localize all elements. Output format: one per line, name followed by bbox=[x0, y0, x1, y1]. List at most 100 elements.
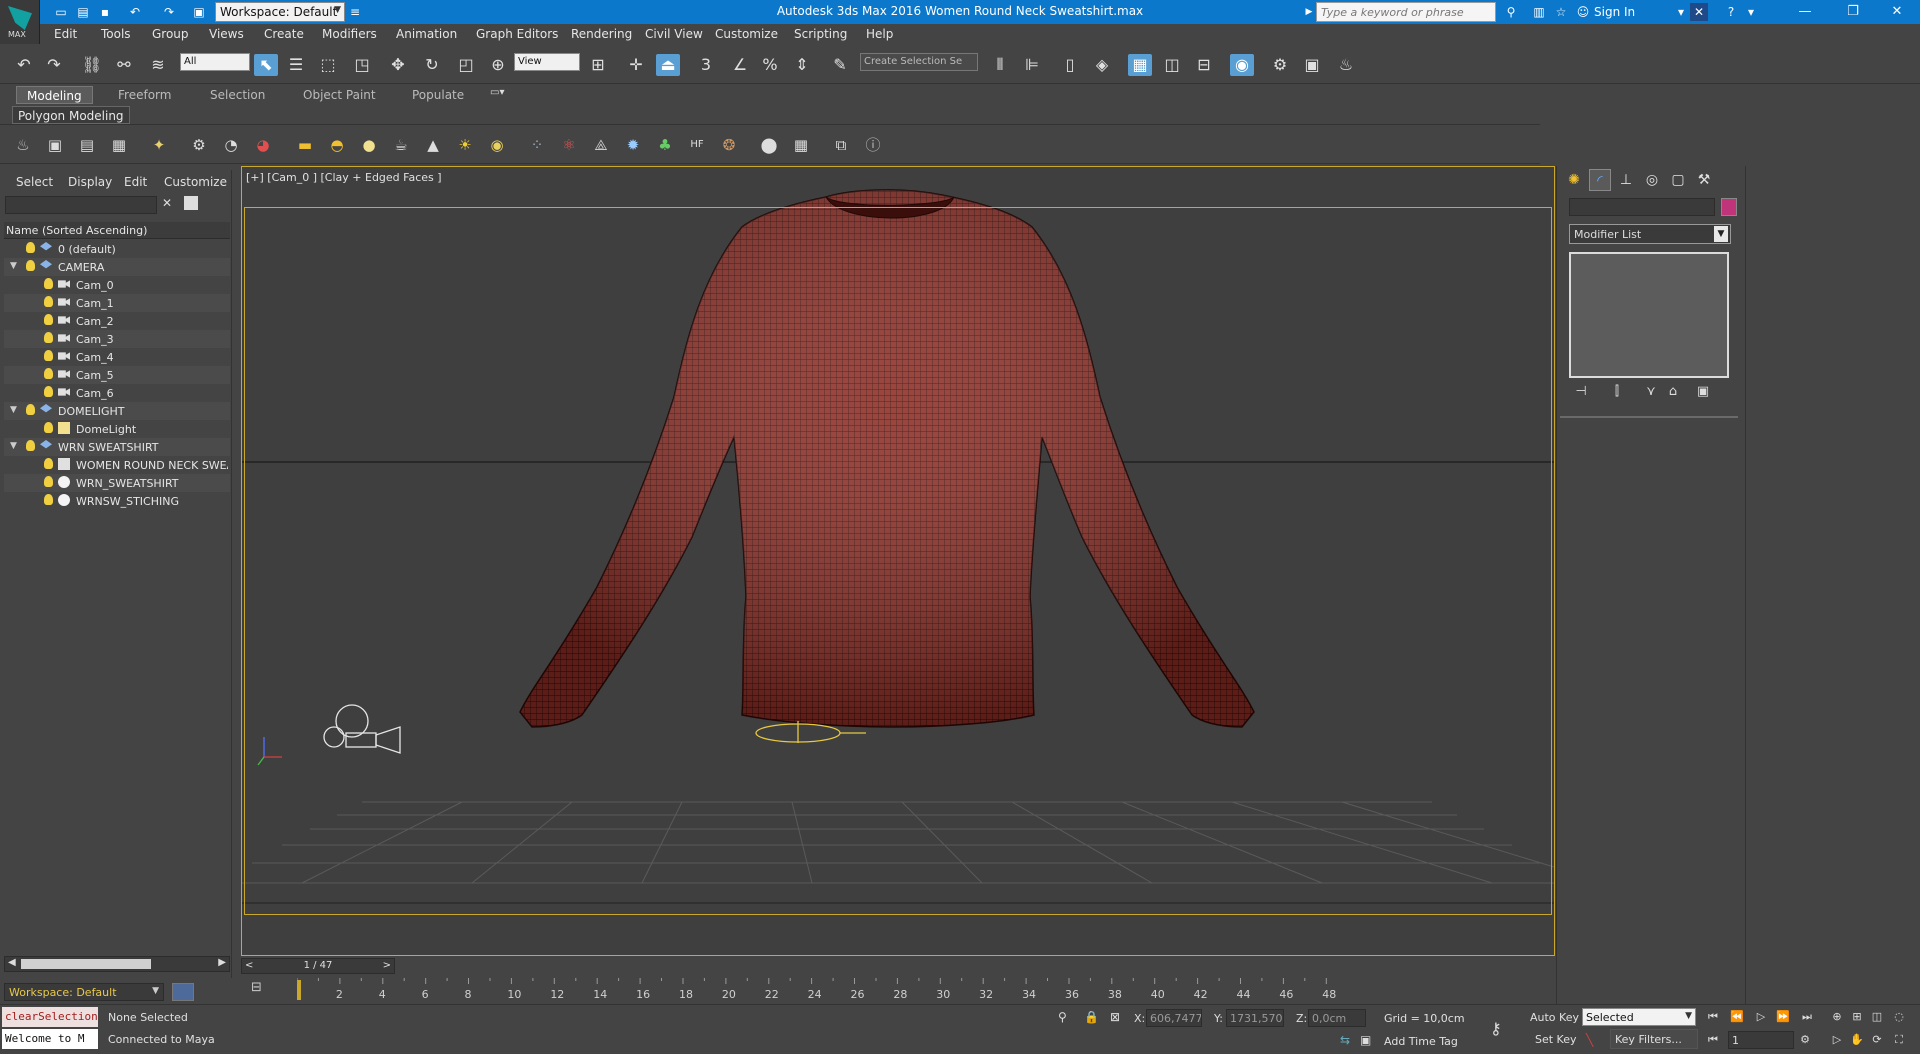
key-filters-button[interactable]: Key Filters... bbox=[1610, 1029, 1698, 1049]
clear-search-icon[interactable]: ✕ bbox=[162, 196, 172, 210]
explorer-row[interactable]: Cam_4 bbox=[4, 348, 230, 366]
expand-triangle-icon[interactable]: ▼ bbox=[10, 405, 17, 415]
panel-splitter[interactable] bbox=[1745, 166, 1746, 1004]
auto-key-button[interactable]: Auto Key bbox=[1530, 1011, 1579, 1024]
workspace-dropdown[interactable]: Workspace: Default ▼ bbox=[215, 2, 345, 22]
render-tool-icon[interactable]: ◕ bbox=[252, 134, 274, 156]
menu-rendering[interactable]: Rendering bbox=[571, 27, 632, 41]
explorer-row[interactable]: ▼ DOMELIGHT bbox=[4, 402, 230, 420]
schematic-view-icon[interactable]: ⊟ bbox=[1192, 54, 1216, 76]
visibility-bulb-icon[interactable] bbox=[44, 422, 53, 433]
save-file-icon[interactable]: ▪ bbox=[96, 3, 114, 21]
visibility-bulb-icon[interactable] bbox=[44, 368, 53, 379]
move-icon[interactable]: ✥ bbox=[386, 54, 410, 76]
field-of-view-icon[interactable]: ▷ bbox=[1828, 1031, 1846, 1049]
explorer-row[interactable]: WRNSW_STICHING bbox=[4, 492, 230, 510]
layers-toggle-icon[interactable] bbox=[172, 983, 194, 1001]
sphere-primitive-icon[interactable]: ● bbox=[358, 134, 380, 156]
render-setup-icon[interactable]: ⚙ bbox=[1268, 54, 1292, 76]
explorer-row[interactable]: Cam_5 bbox=[4, 366, 230, 384]
material-sphere-icon[interactable]: ⬤ bbox=[758, 134, 780, 156]
explorer-row[interactable]: Cam_3 bbox=[4, 330, 230, 348]
unlink-icon[interactable]: ⚯ bbox=[112, 54, 136, 76]
workspace-bottom-dropdown[interactable]: Workspace: Default ▼ bbox=[4, 983, 164, 1001]
speaker-icon[interactable]: ◔ bbox=[220, 134, 242, 156]
help-circle-icon[interactable]: ⓘ bbox=[862, 134, 884, 156]
remove-modifier-icon[interactable]: ⌂ bbox=[1663, 384, 1683, 402]
time-next-icon[interactable]: > bbox=[383, 959, 391, 973]
project-folder-icon[interactable]: ▣ bbox=[190, 3, 208, 21]
previous-frame-icon[interactable]: ⏪ bbox=[1728, 1008, 1746, 1026]
align-icon[interactable]: ⊫ bbox=[1020, 54, 1044, 76]
window-crossing-icon[interactable]: ◳ bbox=[350, 54, 374, 76]
key-mode-toggle-icon[interactable]: ⏮ bbox=[1704, 1031, 1722, 1049]
placement-icon[interactable]: ⊕ bbox=[486, 54, 510, 76]
bind-space-warp-icon[interactable]: ≋ bbox=[146, 54, 170, 76]
menu-graph-editors[interactable]: Graph Editors bbox=[476, 27, 558, 41]
expand-triangle-icon[interactable]: ▼ bbox=[10, 441, 17, 451]
menu-help[interactable]: Help bbox=[866, 27, 893, 41]
add-time-tag-button[interactable]: Add Time Tag bbox=[1384, 1035, 1458, 1048]
visibility-bulb-icon[interactable] bbox=[44, 458, 53, 469]
ribbon-options-icon[interactable]: ▭▾ bbox=[490, 87, 516, 101]
explorer-row[interactable]: Cam_6 bbox=[4, 384, 230, 402]
rendered-frame-window-icon[interactable]: ▣ bbox=[1300, 54, 1324, 76]
help-chevron-icon[interactable]: ▾ bbox=[1742, 3, 1760, 21]
quick-access-menu-icon[interactable]: ≡ bbox=[346, 3, 364, 21]
tab-modeling[interactable]: Modeling bbox=[16, 86, 93, 104]
explorer-row[interactable]: WOMEN ROUND NECK SWEATSHIRT bbox=[4, 456, 230, 474]
plant-icon[interactable]: ♣ bbox=[654, 134, 676, 156]
sign-in-chevron-icon[interactable]: ▾ bbox=[1672, 3, 1690, 21]
time-tag-icon[interactable]: ▣ bbox=[1360, 1033, 1371, 1047]
angle-snap-icon[interactable]: ∠ bbox=[728, 54, 752, 76]
menu-animation[interactable]: Animation bbox=[396, 27, 457, 41]
gear-shape-icon[interactable]: ✹ bbox=[622, 134, 644, 156]
molecule-icon[interactable]: ⚛ bbox=[558, 134, 580, 156]
maximize-viewport-icon[interactable]: ⛶ bbox=[1890, 1031, 1908, 1049]
explorer-row[interactable]: ▼ CAMERA bbox=[4, 258, 230, 276]
link-icon[interactable]: ⛓ bbox=[80, 54, 104, 76]
y-coord-field[interactable]: 1731,5708 bbox=[1226, 1009, 1284, 1027]
utilities-tab-icon[interactable]: ⚒ bbox=[1693, 169, 1715, 191]
menu-views[interactable]: Views bbox=[209, 27, 244, 41]
search-input[interactable]: Type a keyword or phrase bbox=[1316, 2, 1496, 22]
go-to-start-icon[interactable]: ⏮ bbox=[1704, 1008, 1722, 1026]
display-tab-icon[interactable]: ▢ bbox=[1667, 169, 1689, 191]
track-bar[interactable]: ⊟ 2 4 6 8 10 12 14 16 18 20 22 24 26 28 30 32 34 36 38 40 42… bbox=[241, 978, 1555, 1004]
omni-light-icon[interactable]: ◉ bbox=[486, 134, 508, 156]
select-object-icon[interactable]: ⬉ bbox=[254, 54, 278, 76]
scale-icon[interactable]: ◰ bbox=[454, 54, 478, 76]
menu-create[interactable]: Create bbox=[264, 27, 304, 41]
box-primitive-icon[interactable]: ▬ bbox=[294, 134, 316, 156]
visibility-bulb-icon[interactable] bbox=[44, 350, 53, 361]
pin-stack-icon[interactable]: ⊣ bbox=[1571, 384, 1591, 402]
next-frame-icon[interactable]: ⏩ bbox=[1774, 1008, 1792, 1026]
explorer-menu-edit[interactable]: Edit bbox=[124, 175, 147, 189]
isolate-icon[interactable]: ⚲ bbox=[1058, 1010, 1067, 1024]
visibility-bulb-icon[interactable] bbox=[44, 332, 53, 343]
explorer-row[interactable]: Cam_1 bbox=[4, 294, 230, 312]
visibility-bulb-icon[interactable] bbox=[26, 260, 35, 271]
explorer-row[interactable]: Cam_0 bbox=[4, 276, 230, 294]
redo-icon[interactable]: ↷ bbox=[42, 54, 66, 76]
z-coord-field[interactable]: 0,0cm bbox=[1308, 1009, 1366, 1027]
hair-fur-icon[interactable]: HF bbox=[686, 134, 708, 156]
modify-tab-icon[interactable]: ◜ bbox=[1589, 169, 1611, 191]
viewport-gear-icon[interactable]: ⚙ bbox=[188, 134, 210, 156]
viewport[interactable]: [+] [Cam_0 ] [Clay + Edged Faces ] bbox=[241, 166, 1555, 956]
key-pencil-icon[interactable]: ╲ bbox=[1586, 1033, 1593, 1047]
cloth-icon[interactable]: ❂ bbox=[718, 134, 740, 156]
explorer-row[interactable]: DomeLight bbox=[4, 420, 230, 438]
zoom-icon[interactable]: ⊕ bbox=[1828, 1008, 1846, 1026]
favorites-star-icon[interactable]: ☆ bbox=[1552, 3, 1570, 21]
go-to-end-icon[interactable]: ⏭ bbox=[1798, 1008, 1816, 1026]
orbit-icon[interactable]: ◌ bbox=[1890, 1008, 1908, 1026]
hierarchy-tab-icon[interactable]: ⊥ bbox=[1615, 169, 1637, 191]
visibility-bulb-icon[interactable] bbox=[26, 440, 35, 451]
set-key-icon[interactable]: ⚷ bbox=[1490, 1019, 1502, 1038]
object-name-field[interactable] bbox=[1569, 198, 1715, 216]
spinner-snap-icon[interactable]: ⇕ bbox=[790, 54, 814, 76]
modifier-list-dropdown[interactable]: Modifier List ▼ bbox=[1569, 224, 1731, 244]
export-icon[interactable]: ⧉ bbox=[830, 134, 852, 156]
selection-lock-icon[interactable]: 🔒 bbox=[1084, 1010, 1099, 1024]
